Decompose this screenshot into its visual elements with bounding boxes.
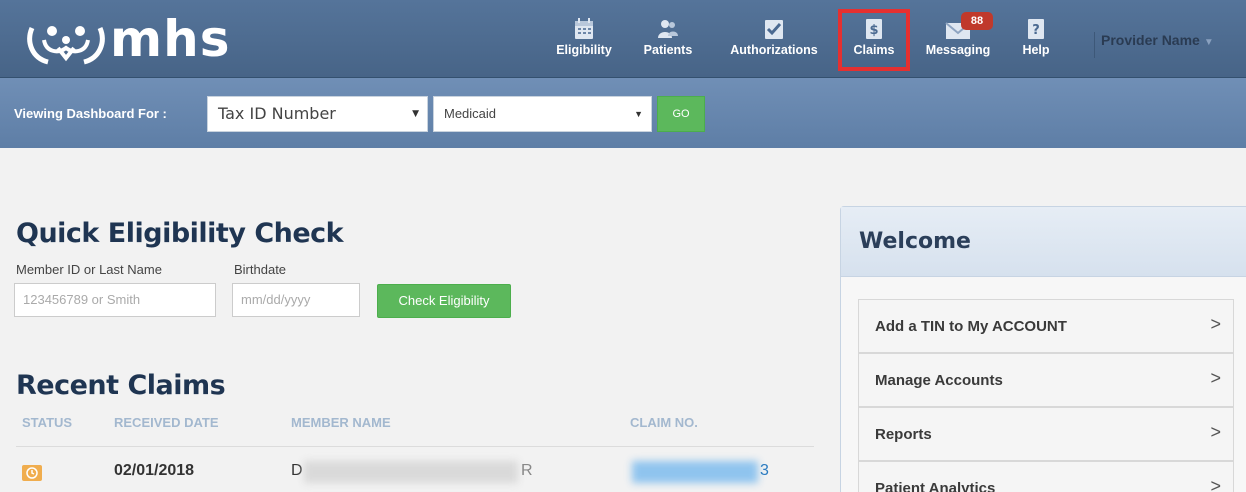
top-navigation-bar: mhs Eligibility Patients Authorizations xyxy=(0,0,1246,78)
nav-patients[interactable]: Patients xyxy=(638,10,698,72)
birthdate-label: Birthdate xyxy=(234,262,287,277)
menu-add-tin[interactable]: Add a TIN to My ACCOUNT > xyxy=(858,299,1234,353)
users-icon xyxy=(658,20,678,38)
menu-item-label: Reports xyxy=(875,426,932,443)
mhs-logo[interactable]: mhs xyxy=(24,10,254,70)
member-name-cell-end: R xyxy=(521,462,533,479)
menu-manage-accounts[interactable]: Manage Accounts > xyxy=(858,353,1234,407)
column-header-member-name[interactable]: MEMBER NAME xyxy=(291,415,391,430)
recent-claims-title: Recent Claims xyxy=(16,370,226,401)
redacted-claim-number[interactable] xyxy=(632,461,758,483)
member-name-cell-start: D xyxy=(291,462,303,479)
nav-authorizations[interactable]: Authorizations xyxy=(720,10,828,72)
quick-eligibility-title: Quick Eligibility Check xyxy=(16,218,344,249)
logo-text: mhs xyxy=(110,10,231,68)
nav-eligibility-label: Eligibility xyxy=(556,43,612,57)
user-menu[interactable]: Provider Name ▼ xyxy=(1094,32,1214,58)
claim-number-end: 3 xyxy=(760,462,769,479)
menu-reports[interactable]: Reports > xyxy=(858,407,1234,461)
menu-item-label: Patient Analytics xyxy=(875,480,996,492)
viewing-dashboard-label: Viewing Dashboard For : xyxy=(14,106,167,121)
menu-item-label: Add a TIN to My ACCOUNT xyxy=(875,318,1067,335)
user-name: Provider Name xyxy=(1101,32,1200,48)
question-icon: ? xyxy=(1028,19,1044,39)
chevron-right-icon: > xyxy=(1210,422,1221,442)
chevron-right-icon: > xyxy=(1210,314,1221,334)
birthdate-input[interactable]: mm/dd/yyyy xyxy=(232,283,360,317)
nav-patients-label: Patients xyxy=(643,43,693,57)
nav-help[interactable]: ? Help xyxy=(1014,10,1058,72)
chevron-right-icon: > xyxy=(1210,368,1221,388)
member-id-label: Member ID or Last Name xyxy=(16,262,162,277)
check-eligibility-button[interactable]: Check Eligibility xyxy=(377,284,511,318)
redacted-member-name xyxy=(304,461,518,483)
dropdown-arrow-icon: ▼ xyxy=(634,109,643,119)
checkmark-icon xyxy=(765,20,783,39)
column-header-received-date[interactable]: RECEIVED DATE xyxy=(114,415,219,430)
dropdown-arrow-icon: ▼ xyxy=(412,109,419,119)
welcome-title: Welcome xyxy=(859,229,971,254)
calendar-icon xyxy=(575,18,593,39)
go-button[interactable]: GO xyxy=(657,96,705,132)
nav-eligibility[interactable]: Eligibility xyxy=(552,10,616,72)
tax-id-select-value: Tax ID Number xyxy=(218,104,336,123)
table-divider xyxy=(16,446,814,447)
nav-help-label: Help xyxy=(1022,43,1050,57)
tax-id-select[interactable]: Tax ID Number ▼ xyxy=(207,96,428,132)
claims-highlight-box xyxy=(838,9,910,71)
nav-authorizations-label: Authorizations xyxy=(730,43,818,57)
messaging-count-badge: 88 xyxy=(961,12,993,30)
dashboard-filter-bar: Viewing Dashboard For : Tax ID Number ▼ … xyxy=(0,78,1246,148)
member-id-input[interactable]: 123456789 or Smith xyxy=(14,283,216,317)
plan-select[interactable]: Medicaid ▼ xyxy=(433,96,652,132)
nav-messaging-label: Messaging xyxy=(925,43,991,57)
svg-text:?: ? xyxy=(1032,23,1040,38)
chevron-right-icon: > xyxy=(1210,476,1221,492)
family-logo-icon xyxy=(27,26,105,65)
chevron-down-icon: ▼ xyxy=(1203,37,1214,48)
received-date-cell: 02/01/2018 xyxy=(114,462,195,479)
welcome-header: Welcome xyxy=(841,207,1246,277)
clock-status-icon xyxy=(22,465,42,481)
menu-item-label: Manage Accounts xyxy=(875,372,1003,389)
column-header-claim-no[interactable]: CLAIM NO. xyxy=(630,415,698,430)
column-header-status[interactable]: STATUS xyxy=(22,415,72,430)
plan-select-value: Medicaid xyxy=(444,106,497,121)
menu-patient-analytics[interactable]: Patient Analytics > xyxy=(858,461,1234,492)
